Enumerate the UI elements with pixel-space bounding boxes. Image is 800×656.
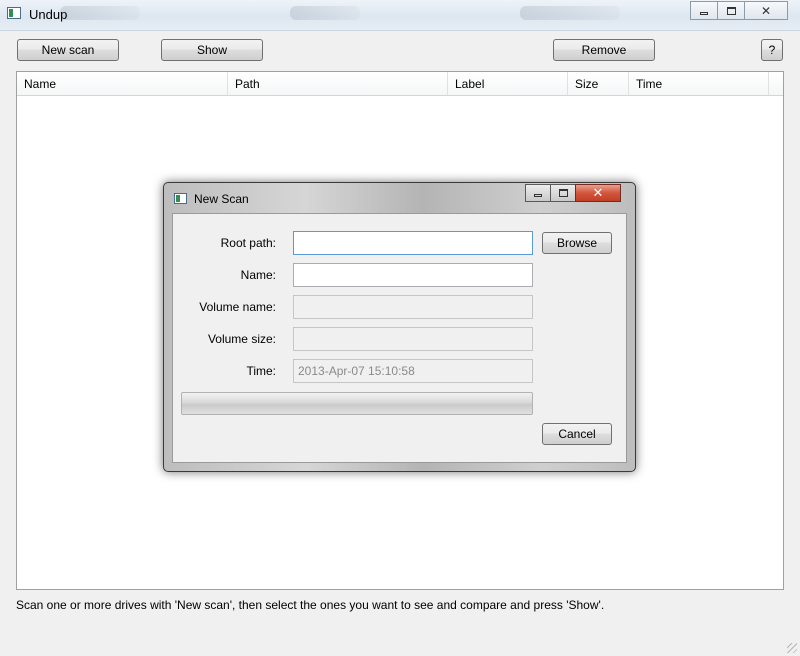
remove-button[interactable]: Remove: [553, 39, 655, 61]
browse-button[interactable]: Browse: [542, 232, 612, 254]
background-blur: [520, 6, 620, 20]
help-button[interactable]: ?: [761, 39, 783, 61]
dialog-content: Root path: Browse Name: Volume name: Vol…: [172, 213, 627, 463]
background-blur: [290, 6, 360, 20]
time-field: [293, 359, 533, 383]
dialog-maximize-button[interactable]: [550, 184, 576, 202]
dialog-app-icon: [174, 193, 187, 204]
minimize-icon: [700, 12, 708, 15]
maximize-icon: [726, 6, 736, 15]
close-button[interactable]: ✕: [744, 1, 788, 20]
show-button[interactable]: Show: [161, 39, 263, 61]
status-message: Scan one or more drives with 'New scan',…: [16, 598, 605, 612]
column-header-size[interactable]: Size: [568, 72, 629, 95]
dialog-title: New Scan: [194, 192, 249, 206]
name-label: Name:: [240, 268, 276, 282]
dialog-caption-buttons: ✕: [525, 184, 621, 202]
size-grip[interactable]: [787, 643, 797, 653]
close-icon: ✕: [592, 185, 604, 200]
close-icon: ✕: [760, 3, 772, 18]
name-input[interactable]: [293, 263, 533, 287]
scan-progress-bar: [181, 392, 533, 415]
column-header-path[interactable]: Path: [228, 72, 448, 95]
undup-main-window: Undup ✕ New scan Show Remove ? Name Path…: [0, 0, 800, 656]
column-header-label[interactable]: Label: [448, 72, 568, 95]
maximize-button[interactable]: [717, 1, 745, 20]
volume-size-label: Volume size:: [207, 332, 276, 346]
title-bar: Undup ✕: [0, 0, 800, 31]
time-label: Time:: [246, 364, 276, 378]
volume-name-label: Volume name:: [199, 300, 276, 314]
cancel-button[interactable]: Cancel: [542, 423, 612, 445]
dialog-close-button[interactable]: ✕: [575, 184, 621, 202]
minimize-button[interactable]: [690, 1, 718, 20]
volume-size-field: [293, 327, 533, 351]
root-path-label: Root path:: [220, 236, 276, 250]
app-window-icon: [7, 7, 21, 19]
dialog-minimize-button[interactable]: [525, 184, 551, 202]
window-caption-buttons: ✕: [690, 1, 788, 20]
new-scan-dialog: New Scan ✕ Root path: Browse Name: Volum…: [163, 182, 636, 472]
window-title: Undup: [29, 7, 68, 22]
minimize-icon: [534, 194, 542, 197]
volume-name-field: [293, 295, 533, 319]
column-header-time[interactable]: Time: [629, 72, 769, 95]
background-blur: [60, 6, 140, 20]
column-header-name[interactable]: Name: [17, 72, 228, 95]
new-scan-button[interactable]: New scan: [17, 39, 119, 61]
root-path-input[interactable]: [293, 231, 533, 255]
table-header: Name Path Label Size Time: [17, 72, 783, 96]
maximize-icon: [558, 189, 568, 197]
